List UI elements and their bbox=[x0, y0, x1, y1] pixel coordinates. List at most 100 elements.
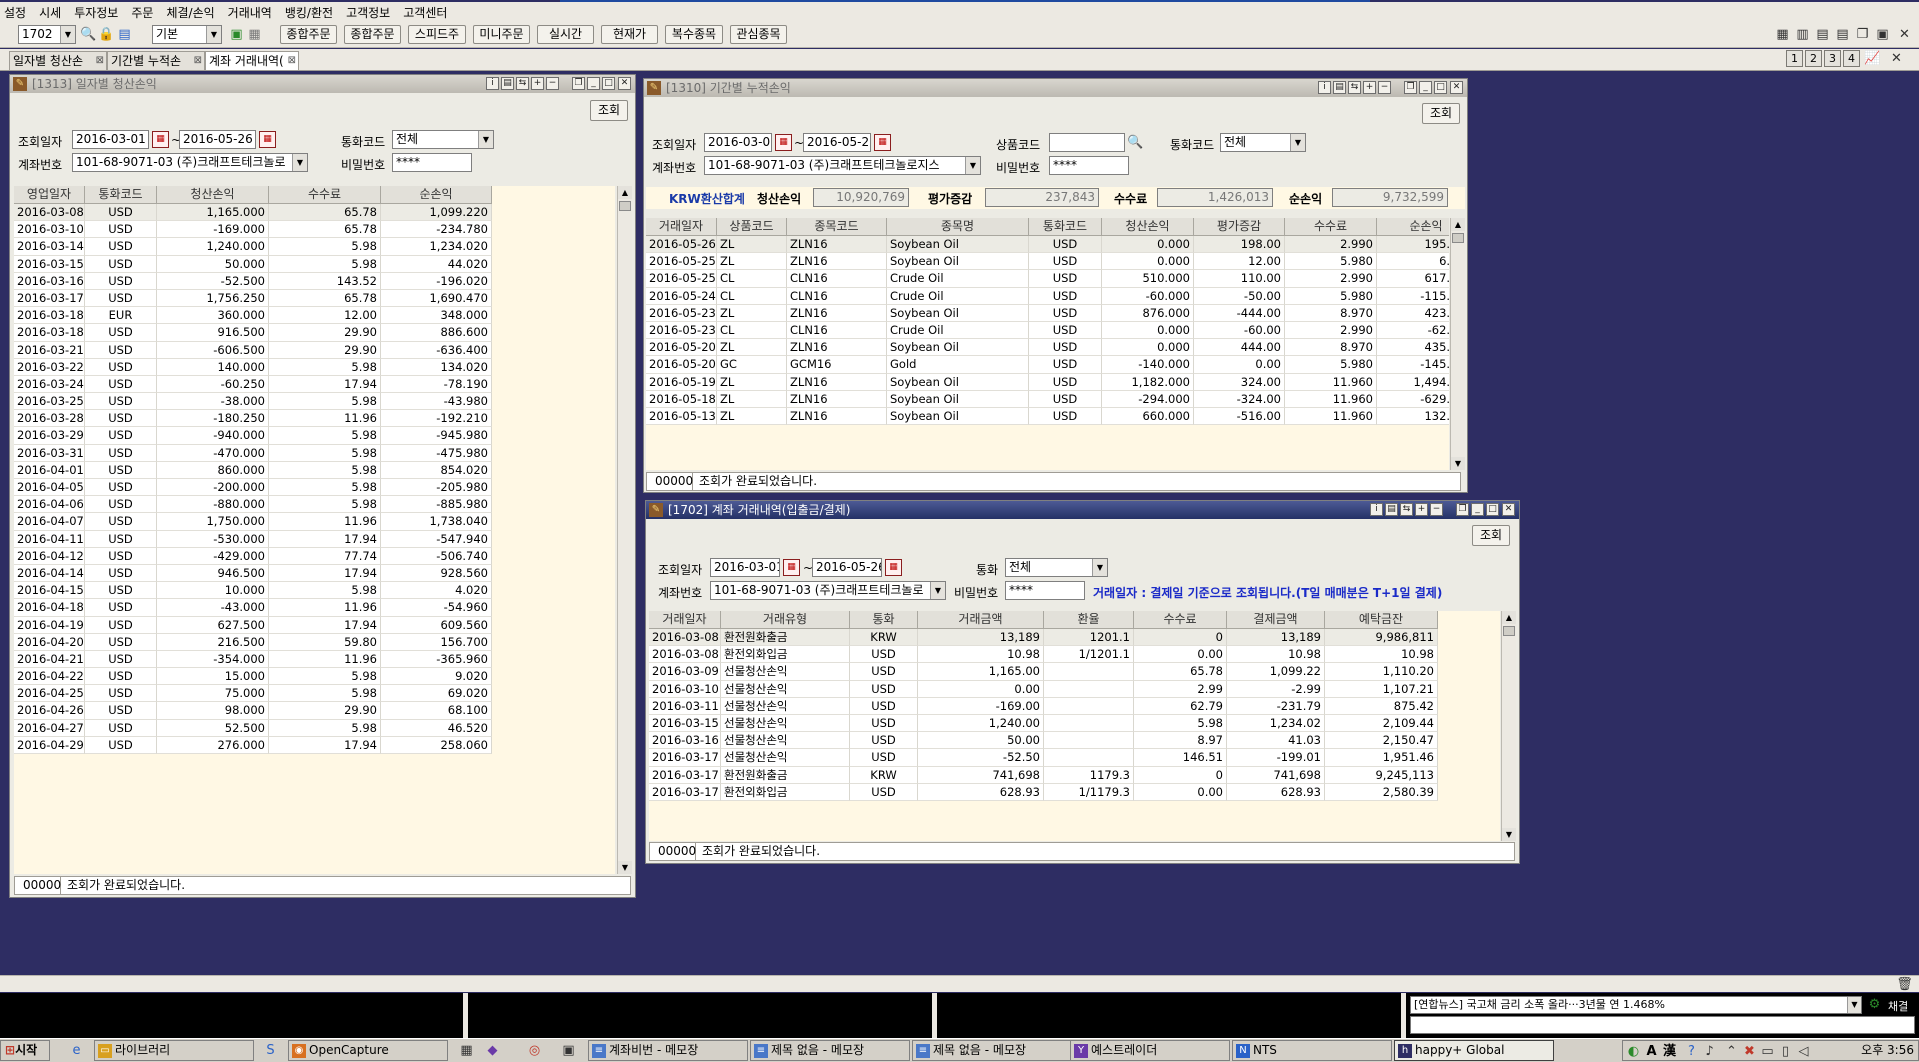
task-library[interactable]: ▭ 라이브러리 bbox=[94, 1040, 254, 1061]
table-row[interactable]: 2016-05-18 ZL ZLN16 Soybean Oil USD -294.000-… bbox=[646, 390, 1449, 408]
menu-settings[interactable]: 설정 bbox=[4, 4, 26, 21]
date-to-input[interactable]: 2016-05-26 bbox=[803, 133, 871, 152]
account-select[interactable]: 101-68-9071-03 (주)크래프트테크놀로지스 ▼ bbox=[704, 156, 981, 175]
column-header[interactable]: 통화코드 bbox=[85, 186, 157, 204]
table-row[interactable]: 2016-04-07 USD 1,750.000 11.96 1,738.040 bbox=[14, 513, 492, 531]
layout-split-icon[interactable]: ▥ bbox=[1794, 26, 1811, 43]
screen-icon[interactable]: ▤ bbox=[1385, 503, 1398, 516]
scrollbar[interactable]: ▲ ▼ bbox=[1501, 611, 1516, 841]
tb-speed-order-button[interactable]: 스피드주 bbox=[408, 25, 466, 44]
table-row[interactable]: 2016-03-11 선물청산손익 USD -169.00 62.79 -231.79 87… bbox=[649, 697, 1438, 715]
table-row[interactable]: 2016-04-14 USD 946.500 17.94 928.560 bbox=[14, 564, 492, 583]
column-header[interactable]: 거래일자 bbox=[649, 611, 721, 629]
table-row[interactable]: 2016-05-25 ZL ZLN16 Soybean Oil USD 0.000 12.0… bbox=[646, 253, 1449, 271]
ie-icon[interactable]: e bbox=[68, 1042, 85, 1059]
chevron-down-icon[interactable]: ▼ bbox=[206, 26, 221, 43]
column-header[interactable]: 환율 bbox=[1044, 611, 1134, 629]
news-tab-label[interactable]: 채결 bbox=[1888, 998, 1908, 1014]
close-icon[interactable]: ⊠ bbox=[288, 52, 296, 70]
layout-rows-icon[interactable]: ▤ bbox=[1814, 26, 1831, 43]
column-header[interactable]: 순손익 bbox=[381, 186, 492, 204]
table-row[interactable]: 2016-03-16 선물청산손익 USD 50.00 8.97 41.03 2,150.4… bbox=[649, 732, 1438, 750]
column-header[interactable]: 결제금액 bbox=[1227, 611, 1325, 629]
link-icon[interactable]: ⇆ bbox=[516, 77, 529, 90]
flag-icon[interactable]: ✖ bbox=[1741, 1043, 1758, 1060]
table-row[interactable]: 2016-03-31 USD -470.000 5.98 -475.980 bbox=[14, 444, 492, 462]
tb-order-button-1[interactable]: 종합주문 bbox=[280, 25, 337, 44]
menu-customer-center[interactable]: 고객센터 bbox=[403, 4, 447, 21]
calendar-icon[interactable]: ▦ bbox=[259, 131, 276, 148]
table-row[interactable]: 2016-04-27 USD 52.500 5.98 46.520 bbox=[14, 719, 492, 737]
close-icon[interactable]: ⊠ bbox=[194, 52, 202, 70]
menu-invest-info[interactable]: 투자정보 bbox=[74, 4, 118, 21]
window-1702-titlebar[interactable]: ✎ [1702] 계좌 거래내역(입출금/결제) i ▤ ⇆ + − ❐ _ □… bbox=[646, 501, 1519, 519]
column-header[interactable]: 종목코드 bbox=[787, 218, 887, 236]
table-row[interactable]: 2016-04-19 USD 627.500 17.94 609.560 bbox=[14, 616, 492, 634]
column-header[interactable]: 거래금액 bbox=[918, 611, 1044, 629]
column-header[interactable]: 종목명 bbox=[887, 218, 1029, 236]
table-row[interactable]: 2016-04-06 USD -880.000 5.98 -885.980 bbox=[14, 496, 492, 514]
currency-select[interactable]: 전체 ▼ bbox=[392, 130, 494, 149]
tab-1313[interactable]: 일자별 청산손 ⊠ bbox=[9, 51, 107, 70]
query-button[interactable]: 조회 bbox=[1422, 103, 1460, 124]
column-header[interactable]: 상품코드 bbox=[717, 218, 787, 236]
table-row[interactable]: 2016-04-26 USD 98.000 29.90 68.100 bbox=[14, 702, 492, 720]
chrome-icon[interactable]: ◎ bbox=[526, 1042, 543, 1059]
table-row[interactable]: 2016-05-13 ZL ZLN16 Soybean Oil USD 660.000 -5… bbox=[646, 407, 1449, 426]
maximize-icon[interactable]: □ bbox=[602, 77, 615, 90]
window-1313-titlebar[interactable]: ✎ [1313] 일자별 청산손익 i ▤ ⇆ + − ❐ _ □ ✕ bbox=[10, 75, 635, 93]
window-icon[interactable]: ▤ bbox=[116, 26, 133, 43]
layout-stack-icon[interactable]: ▤ bbox=[1834, 26, 1851, 43]
tab-1310[interactable]: 기간별 누적손 ⊠ bbox=[107, 51, 205, 70]
minimize-icon[interactable]: _ bbox=[587, 77, 600, 90]
restore-icon[interactable]: ❐ bbox=[1404, 81, 1417, 94]
task-yestrader[interactable]: Y 예스트레이더 bbox=[1070, 1040, 1230, 1061]
menu-customer-info[interactable]: 고객정보 bbox=[346, 4, 390, 21]
date-from-input[interactable]: 2016-03-01 bbox=[704, 133, 772, 152]
network-status-icon[interactable]: ▯ bbox=[1777, 1043, 1794, 1060]
calendar-icon[interactable]: ▦ bbox=[874, 134, 891, 151]
info-icon[interactable]: i bbox=[1318, 81, 1331, 94]
column-header[interactable]: 청산손익 bbox=[1102, 218, 1194, 236]
table-row[interactable]: 2016-03-25 USD -38.000 5.98 -43.980 bbox=[14, 393, 492, 411]
screen-icon[interactable]: ▤ bbox=[501, 77, 514, 90]
table-row[interactable]: 2016-04-20 USD 216.500 59.80 156.700 bbox=[14, 633, 492, 651]
table-row[interactable]: 2016-04-21 USD -354.000 11.96 -365.960 bbox=[14, 650, 492, 669]
chevron-down-icon[interactable]: ▼ bbox=[60, 26, 75, 43]
column-header[interactable]: 거래유형 bbox=[721, 611, 850, 629]
edit-layout-icon[interactable]: ▦ bbox=[246, 26, 263, 43]
table-row[interactable]: 2016-03-14 USD 1,240.000 5.98 1,234.020 bbox=[14, 238, 492, 256]
calendar-icon[interactable]: ▦ bbox=[152, 131, 169, 148]
zoom-out-icon[interactable]: − bbox=[1430, 503, 1443, 516]
table-row[interactable]: 2016-04-18 USD -43.000 11.96 -54.960 bbox=[14, 599, 492, 617]
search-icon[interactable]: 🔍 bbox=[1127, 134, 1144, 151]
table-row[interactable]: 2016-03-17 선물청산손익 USD -52.50 146.51 -199.01 1,… bbox=[649, 749, 1438, 767]
password-input[interactable]: **** bbox=[1049, 156, 1129, 175]
table-row[interactable]: 2016-03-10 선물청산손익 USD 0.00 2.99 -2.99 1,107.21 bbox=[649, 680, 1438, 698]
scroll-thumb[interactable] bbox=[1452, 233, 1464, 243]
account-select[interactable]: 101-68-9071-03 (주)크래프트테크놀로 ▼ bbox=[710, 581, 946, 600]
news-ticker[interactable]: [연합뉴스] 국고채 금리 소폭 올라···3년물 연 1.468% ▼ bbox=[1410, 996, 1862, 1014]
app-icon[interactable]: ▣ bbox=[560, 1042, 577, 1059]
currency-select[interactable]: 전체 ▼ bbox=[1220, 133, 1306, 152]
app-icon[interactable]: ▦ bbox=[458, 1042, 475, 1059]
task-nts[interactable]: N NTS bbox=[1232, 1040, 1392, 1061]
menu-banking[interactable]: 뱅킹/환전 bbox=[285, 4, 333, 21]
scroll-down-icon[interactable]: ▼ bbox=[618, 861, 632, 874]
table-row[interactable]: 2016-03-08 USD 1,165.000 65.78 1,099.220 bbox=[14, 204, 492, 222]
close-icon[interactable]: ⊠ bbox=[96, 52, 104, 70]
help-icon[interactable]: ? bbox=[1683, 1043, 1700, 1060]
table-row[interactable]: 2016-04-12 USD -429.000 77.74 -506.740 bbox=[14, 547, 492, 565]
date-to-input[interactable]: 2016-05-26 bbox=[179, 130, 256, 149]
query-button[interactable]: 조회 bbox=[1472, 525, 1510, 546]
minimize-icon[interactable]: _ bbox=[1419, 81, 1432, 94]
task-notepad-3[interactable]: ≡ 제목 없음 - 메모장 bbox=[912, 1040, 1072, 1061]
scroll-down-icon[interactable]: ▼ bbox=[1451, 457, 1465, 470]
column-header[interactable]: 수수료 bbox=[1285, 218, 1377, 236]
column-header[interactable]: 순손익 bbox=[1377, 218, 1449, 236]
chevron-down-icon[interactable]: ▼ bbox=[1847, 997, 1861, 1013]
table-row[interactable]: 2016-03-16 USD -52.500 143.52 -196.020 bbox=[14, 272, 492, 290]
battery-icon[interactable]: ▭ bbox=[1759, 1043, 1776, 1060]
menu-transactions[interactable]: 거래내역 bbox=[228, 4, 272, 21]
network-icon[interactable]: ◐ bbox=[1625, 1043, 1642, 1060]
